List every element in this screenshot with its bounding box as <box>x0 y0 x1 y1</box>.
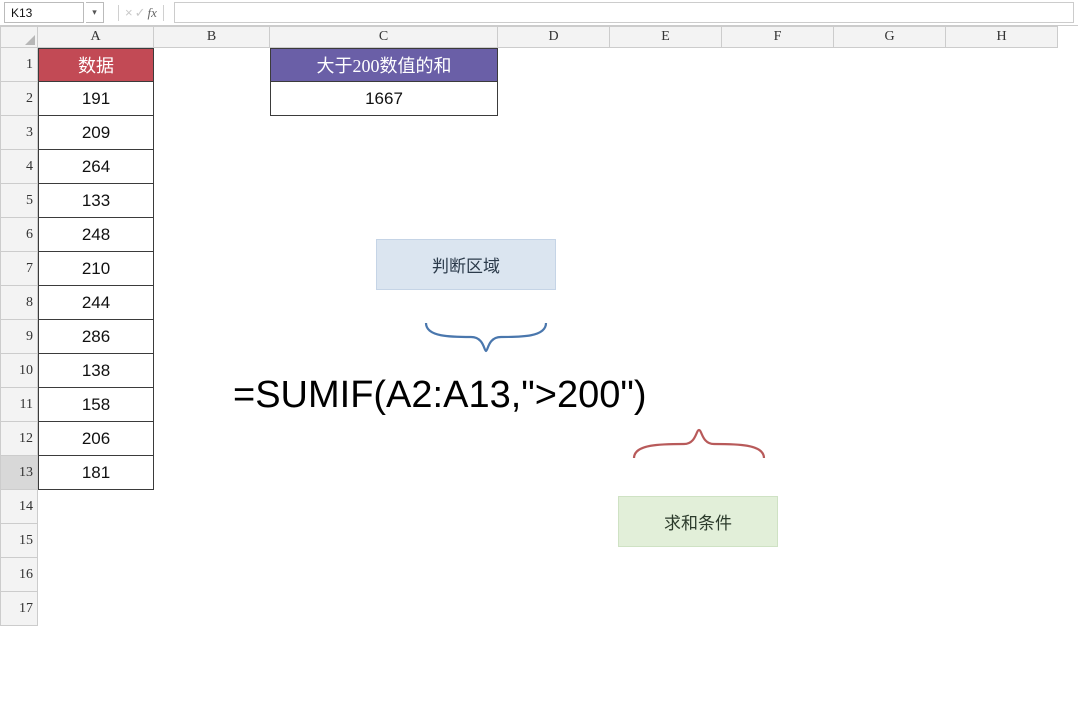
cell-A9[interactable]: 286 <box>38 320 154 354</box>
cell-A8[interactable]: 244 <box>38 286 154 320</box>
row-header-12[interactable]: 12 <box>0 422 38 456</box>
row-header-7[interactable]: 7 <box>0 252 38 286</box>
cell-A1-data-header[interactable]: 数据 <box>38 48 154 82</box>
row-header-10[interactable]: 10 <box>0 354 38 388</box>
select-all-corner[interactable] <box>0 26 38 48</box>
separator <box>118 5 119 21</box>
cell-A12[interactable]: 206 <box>38 422 154 456</box>
row-header-6[interactable]: 6 <box>0 218 38 252</box>
column-header-B[interactable]: B <box>154 26 270 48</box>
column-header-D[interactable]: D <box>498 26 610 48</box>
column-header-H[interactable]: H <box>946 26 1058 48</box>
cells-area[interactable]: 数据191209264133248210244286138158206181 大于… <box>38 48 1078 714</box>
row-header-4[interactable]: 4 <box>0 150 38 184</box>
row-header-3[interactable]: 3 <box>0 116 38 150</box>
row-headers: 1234567891011121314151617 <box>0 48 38 626</box>
row-header-9[interactable]: 9 <box>0 320 38 354</box>
name-box[interactable]: K13 <box>4 2 84 23</box>
column-header-E[interactable]: E <box>610 26 722 48</box>
column-header-F[interactable]: F <box>722 26 834 48</box>
column-header-C[interactable]: C <box>270 26 498 48</box>
cell-C1-result-header[interactable]: 大于200数值的和 <box>270 48 498 82</box>
cell-A13[interactable]: 181 <box>38 456 154 490</box>
formula-bar-buttons: × ✓ fx <box>110 0 172 25</box>
cell-A2[interactable]: 191 <box>38 82 154 116</box>
formula-input[interactable] <box>174 2 1074 23</box>
row-header-5[interactable]: 5 <box>0 184 38 218</box>
column-header-A[interactable]: A <box>38 26 154 48</box>
row-header-1[interactable]: 1 <box>0 48 38 82</box>
cell-A3[interactable]: 209 <box>38 116 154 150</box>
cell-A10[interactable]: 138 <box>38 354 154 388</box>
row-header-8[interactable]: 8 <box>0 286 38 320</box>
fx-icon[interactable]: fx <box>148 5 157 21</box>
name-box-dropdown[interactable]: ▾ <box>86 2 104 23</box>
row-header-14[interactable]: 14 <box>0 490 38 524</box>
cell-A11[interactable]: 158 <box>38 388 154 422</box>
confirm-icon[interactable]: ✓ <box>135 5 146 21</box>
cell-A4[interactable]: 264 <box>38 150 154 184</box>
spreadsheet: ABCDEFGH 1234567891011121314151617 数据191… <box>0 26 1078 714</box>
row-header-11[interactable]: 11 <box>0 388 38 422</box>
row-header-2[interactable]: 2 <box>0 82 38 116</box>
cell-C2-result-value[interactable]: 1667 <box>270 82 498 116</box>
row-header-16[interactable]: 16 <box>0 558 38 592</box>
row-header-17[interactable]: 17 <box>0 592 38 626</box>
cell-A5[interactable]: 133 <box>38 184 154 218</box>
cell-A6[interactable]: 248 <box>38 218 154 252</box>
row-header-15[interactable]: 15 <box>0 524 38 558</box>
column-headers: ABCDEFGH <box>0 26 1058 48</box>
formula-bar: K13 ▾ × ✓ fx <box>0 0 1078 26</box>
cell-A7[interactable]: 210 <box>38 252 154 286</box>
cancel-icon[interactable]: × <box>125 5 133 20</box>
column-header-G[interactable]: G <box>834 26 946 48</box>
chevron-down-icon: ▾ <box>92 7 97 18</box>
separator <box>163 5 164 21</box>
row-header-13[interactable]: 13 <box>0 456 38 490</box>
